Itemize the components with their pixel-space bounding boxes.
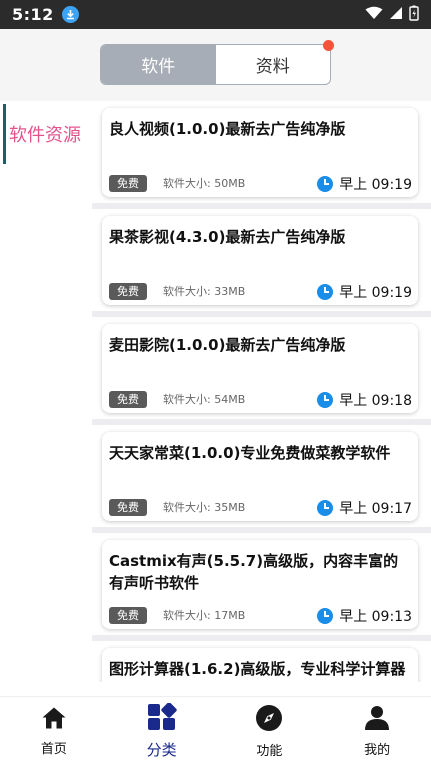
clock-icon	[317, 608, 334, 624]
timestamp-text: 早上 09:13	[339, 609, 412, 625]
list-item[interactable]: Castmix有声(5.5.7)高级版，内容丰富的有声听书软件 免费 软件大小:…	[92, 533, 431, 641]
tab-software-label: 软件	[141, 57, 176, 77]
timestamp: 早上 09:18	[317, 390, 412, 410]
grid-category-icon	[147, 702, 177, 735]
timestamp: 早上 09:19	[317, 282, 412, 302]
battery-icon	[409, 5, 419, 25]
signal-icon	[389, 5, 403, 24]
software-size: 软件大小: 35MB	[163, 501, 246, 514]
sidebar-active-indicator	[3, 104, 6, 164]
software-size: 软件大小: 50MB	[163, 177, 246, 190]
bottom-navigation: 首页 分类 功能 我的	[0, 696, 431, 766]
timestamp-text: 早上 09:19	[339, 177, 412, 193]
download-icon	[61, 6, 79, 23]
timestamp-text: 早上 09:17	[339, 501, 412, 517]
sidebar-item-software-resources[interactable]: 软件资源	[3, 104, 92, 164]
software-card[interactable]: 图形计算器(1.6.2)高级版，专业科学计算器	[102, 648, 418, 682]
software-card[interactable]: 麦田影院(1.0.0)最新去广告纯净版 免费 软件大小: 54MB 早上 09:…	[102, 324, 418, 413]
list-item[interactable]: 良人视频(1.0.0)最新去广告纯净版 免费 软件大小: 50MB 早上 09:…	[92, 101, 431, 209]
timestamp: 早上 09:17	[317, 498, 412, 518]
segmented-control: 软件 资料	[100, 40, 334, 85]
header: 软件 资料	[0, 29, 431, 101]
nav-home-label: 首页	[40, 742, 67, 757]
software-title: 麦田影院(1.0.0)最新去广告纯净版	[109, 336, 346, 354]
tab-materials-label: 资料	[255, 57, 290, 77]
status-bar: 5:12	[0, 0, 431, 29]
software-card[interactable]: 天天家常菜(1.0.0)专业免费做菜教学软件 免费 软件大小: 35MB 早上 …	[102, 432, 418, 521]
software-list[interactable]: 良人视频(1.0.0)最新去广告纯净版 免费 软件大小: 50MB 早上 09:…	[92, 101, 431, 682]
tab-materials[interactable]: 资料	[216, 45, 331, 84]
status-time: 5:12	[12, 5, 54, 24]
nav-functions-label: 功能	[256, 744, 283, 759]
notification-dot	[323, 40, 334, 51]
clock-icon	[317, 284, 334, 300]
nav-mine-label: 我的	[364, 743, 391, 758]
home-icon	[41, 706, 67, 734]
software-title: 天天家常菜(1.0.0)专业免费做菜教学软件	[109, 444, 391, 462]
clock-icon	[317, 500, 334, 516]
software-size: 软件大小: 33MB	[163, 285, 246, 298]
software-size: 软件大小: 17MB	[163, 609, 246, 622]
timestamp: 早上 09:19	[317, 174, 412, 194]
sidebar-item-label: 软件资源	[9, 125, 81, 146]
nav-category-label: 分类	[146, 741, 177, 759]
timestamp: 早上 09:13	[317, 606, 412, 626]
software-card[interactable]: 果茶影视(4.3.0)最新去广告纯净版 免费 软件大小: 33MB 早上 09:…	[102, 216, 418, 305]
tab-software[interactable]: 软件	[101, 45, 216, 84]
timestamp-text: 早上 09:19	[339, 285, 412, 301]
software-title: 良人视频(1.0.0)最新去广告纯净版	[109, 120, 346, 138]
software-size: 软件大小: 54MB	[163, 393, 246, 406]
list-item[interactable]: 果茶影视(4.3.0)最新去广告纯净版 免费 软件大小: 33MB 早上 09:…	[92, 209, 431, 317]
nav-home[interactable]: 首页	[0, 697, 108, 766]
clock-icon	[317, 392, 334, 408]
list-item[interactable]: 天天家常菜(1.0.0)专业免费做菜教学软件 免费 软件大小: 35MB 早上 …	[92, 425, 431, 533]
free-badge: 免费	[109, 391, 147, 408]
list-item[interactable]: 图形计算器(1.6.2)高级版，专业科学计算器	[92, 641, 431, 682]
free-badge: 免费	[109, 499, 147, 516]
software-title: 果茶影视(4.3.0)最新去广告纯净版	[109, 228, 346, 246]
user-icon	[364, 705, 390, 735]
compass-icon	[255, 704, 283, 736]
nav-mine[interactable]: 我的	[323, 697, 431, 766]
clock-icon	[317, 176, 334, 192]
timestamp-text: 早上 09:18	[339, 393, 412, 409]
software-card[interactable]: 良人视频(1.0.0)最新去广告纯净版 免费 软件大小: 50MB 早上 09:…	[102, 108, 418, 197]
free-badge: 免费	[109, 283, 147, 300]
list-item[interactable]: 麦田影院(1.0.0)最新去广告纯净版 免费 软件大小: 54MB 早上 09:…	[92, 317, 431, 425]
nav-functions[interactable]: 功能	[216, 697, 324, 766]
free-badge: 免费	[109, 175, 147, 192]
category-sidebar: 软件资源	[0, 101, 92, 696]
wifi-icon	[365, 5, 383, 24]
software-title: 图形计算器(1.6.2)高级版，专业科学计算器	[109, 660, 406, 678]
software-title: Castmix有声(5.5.7)高级版，内容丰富的有声听书软件	[109, 552, 399, 592]
software-card[interactable]: Castmix有声(5.5.7)高级版，内容丰富的有声听书软件 免费 软件大小:…	[102, 540, 418, 629]
nav-category[interactable]: 分类	[108, 697, 216, 766]
free-badge: 免费	[109, 607, 147, 624]
